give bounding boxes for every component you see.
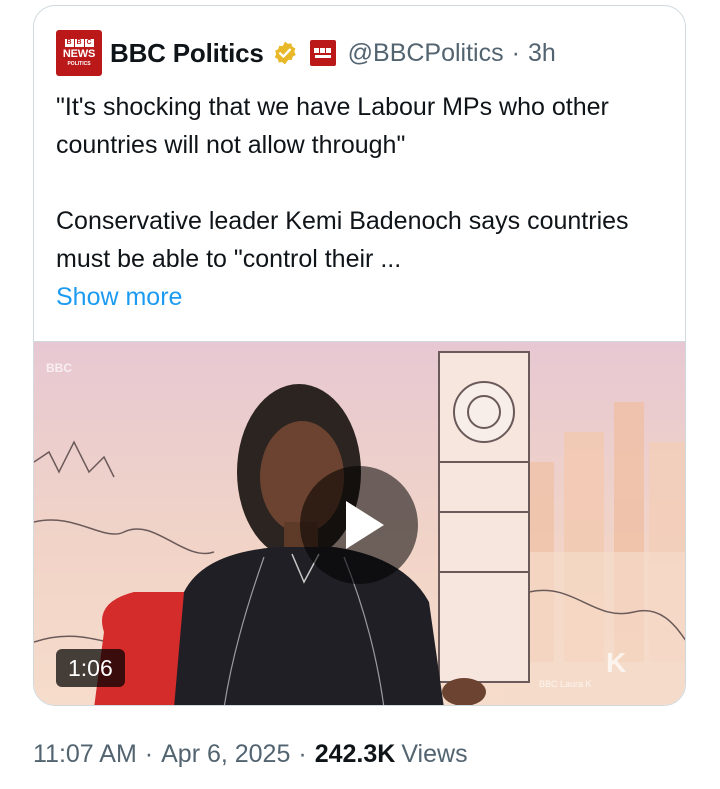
header-separator: ·: [511, 38, 520, 67]
tweet-meta: 11:07 AM · Apr 6, 2025 · 242.3K Views: [33, 740, 468, 769]
bbc-block-b1: B: [64, 39, 74, 47]
video-duration: 1:06: [56, 649, 125, 687]
meta-separator: ·: [144, 740, 154, 768]
tweet-card[interactable]: B B C NEWS POLITICS BBC Politics @BBCPol…: [33, 5, 686, 706]
tweet-body: Conservative leader Kemi Badenoch says c…: [56, 207, 629, 273]
bbc-watermark: BBC: [46, 361, 72, 375]
views-count: 242.3K: [314, 740, 396, 768]
bbc-block-c: C: [84, 39, 94, 47]
meta-separator: ·: [298, 740, 307, 768]
video-player[interactable]: BBC K BBC Laura K 1:06: [34, 341, 685, 705]
show-more-link[interactable]: Show more: [56, 283, 182, 311]
avatar-news-text: NEWS: [62, 48, 96, 60]
bbc-logo-blocks: B B C: [64, 39, 94, 47]
k-watermark: K: [606, 647, 626, 678]
tweet-text: "It's shocking that we have Labour MPs w…: [56, 88, 666, 316]
avatar[interactable]: B B C NEWS POLITICS: [56, 30, 102, 76]
tweet-time-ago[interactable]: 3h: [528, 39, 556, 68]
play-button[interactable]: [300, 466, 418, 584]
tweet-quote: "It's shocking that we have Labour MPs w…: [56, 93, 609, 159]
views-label: Views: [401, 740, 468, 768]
author-name[interactable]: BBC Politics: [110, 38, 264, 69]
post-date[interactable]: Apr 6, 2025: [161, 740, 290, 769]
verified-badge-icon: [274, 41, 296, 65]
bbc-block-b2: B: [74, 39, 84, 47]
credit-watermark: BBC Laura K: [539, 679, 592, 689]
post-time[interactable]: 11:07 AM: [33, 740, 137, 769]
author-handle[interactable]: @BBCPolitics: [348, 39, 504, 68]
avatar-politics-text: POLITICS: [67, 61, 91, 67]
bbc-news-mini-logo: [309, 40, 336, 66]
tweet-header: B B C NEWS POLITICS BBC Politics @BBCPol…: [56, 30, 556, 76]
